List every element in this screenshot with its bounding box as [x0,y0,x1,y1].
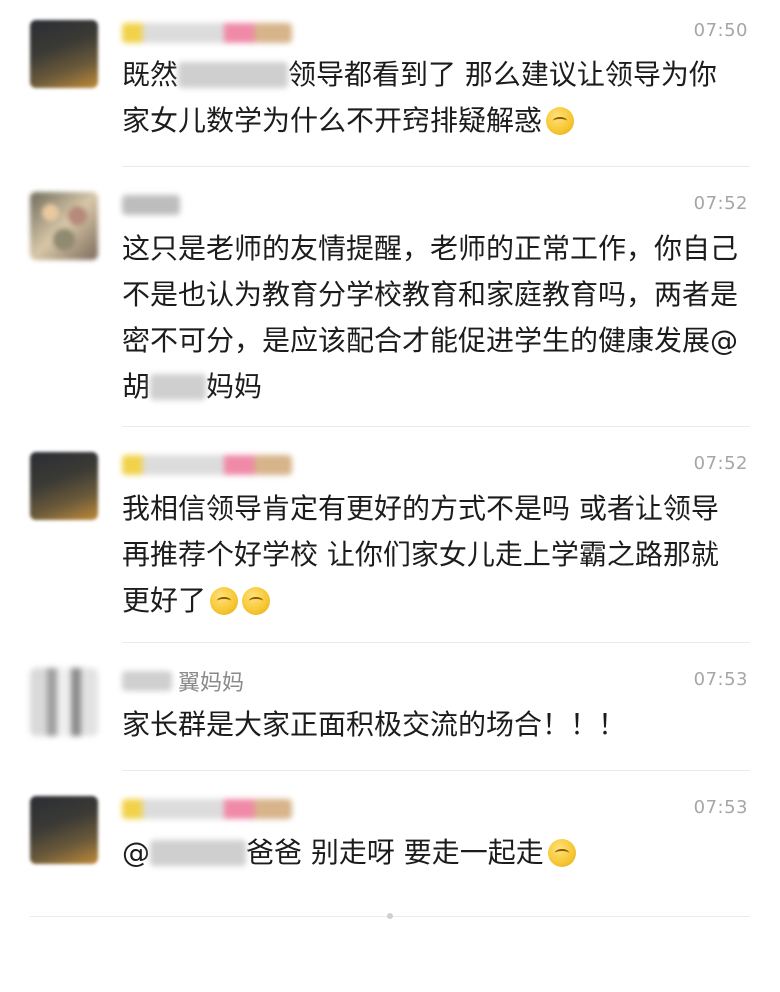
text-segment: 家长群是大家正面积极交流的场合！！！ [122,708,627,741]
text-segment: 妈妈 [206,370,263,403]
message-text[interactable]: 既然 领导都看到了 那么建议让领导为你家女儿数学为什么不开窍排疑解惑 [122,52,742,144]
redacted-text [150,840,246,866]
message-text[interactable]: 我相信领导肯定有更好的方式不是吗 或者让领导再推荐个好学校 让你们家女儿走上学霸… [122,486,742,624]
text-segment: 既然 [122,58,179,91]
divider [122,166,750,167]
redacted-name [122,455,292,475]
sender-name [122,450,292,480]
thinking-face-icon [242,587,271,615]
list-end-dot [387,913,393,919]
redacted-name [122,195,180,215]
divider [122,642,750,643]
redacted-name [122,23,292,43]
sender-name: 翼妈妈 [122,666,244,696]
message-text[interactable]: 家长群是大家正面积极交流的场合！！！ [122,702,742,748]
text-segment: @ [122,836,150,869]
avatar[interactable] [30,192,98,260]
avatar[interactable] [30,796,98,864]
thinking-face-icon [547,839,576,867]
sender-name [122,18,292,48]
message-time: 07:53 [693,797,748,818]
redacted-text [178,62,289,88]
message-text[interactable]: 这只是老师的友情提醒，老师的正常工作，你自己不是也认为教育分学校教育和家庭教育吗… [122,226,742,410]
avatar[interactable] [30,20,98,88]
text-segment: 爸爸 别走呀 要走一起走 [246,836,544,869]
message-text[interactable]: @ 爸爸 别走呀 要走一起走 [122,830,742,876]
redacted-text [150,374,207,400]
divider [122,426,750,427]
sender-name-text: 翼妈妈 [178,671,245,696]
message-time: 07:50 [693,20,748,41]
sender-name [122,794,292,824]
message-time: 07:52 [693,453,748,474]
message-time: 07:52 [693,193,748,214]
thinking-face-icon [546,107,575,135]
thinking-face-icon [210,587,239,615]
sender-name [122,190,180,220]
redacted-name [122,799,292,819]
avatar[interactable] [30,668,98,736]
divider [122,770,750,771]
redacted-name [122,671,172,691]
message-time: 07:53 [693,669,748,690]
avatar[interactable] [30,452,98,520]
